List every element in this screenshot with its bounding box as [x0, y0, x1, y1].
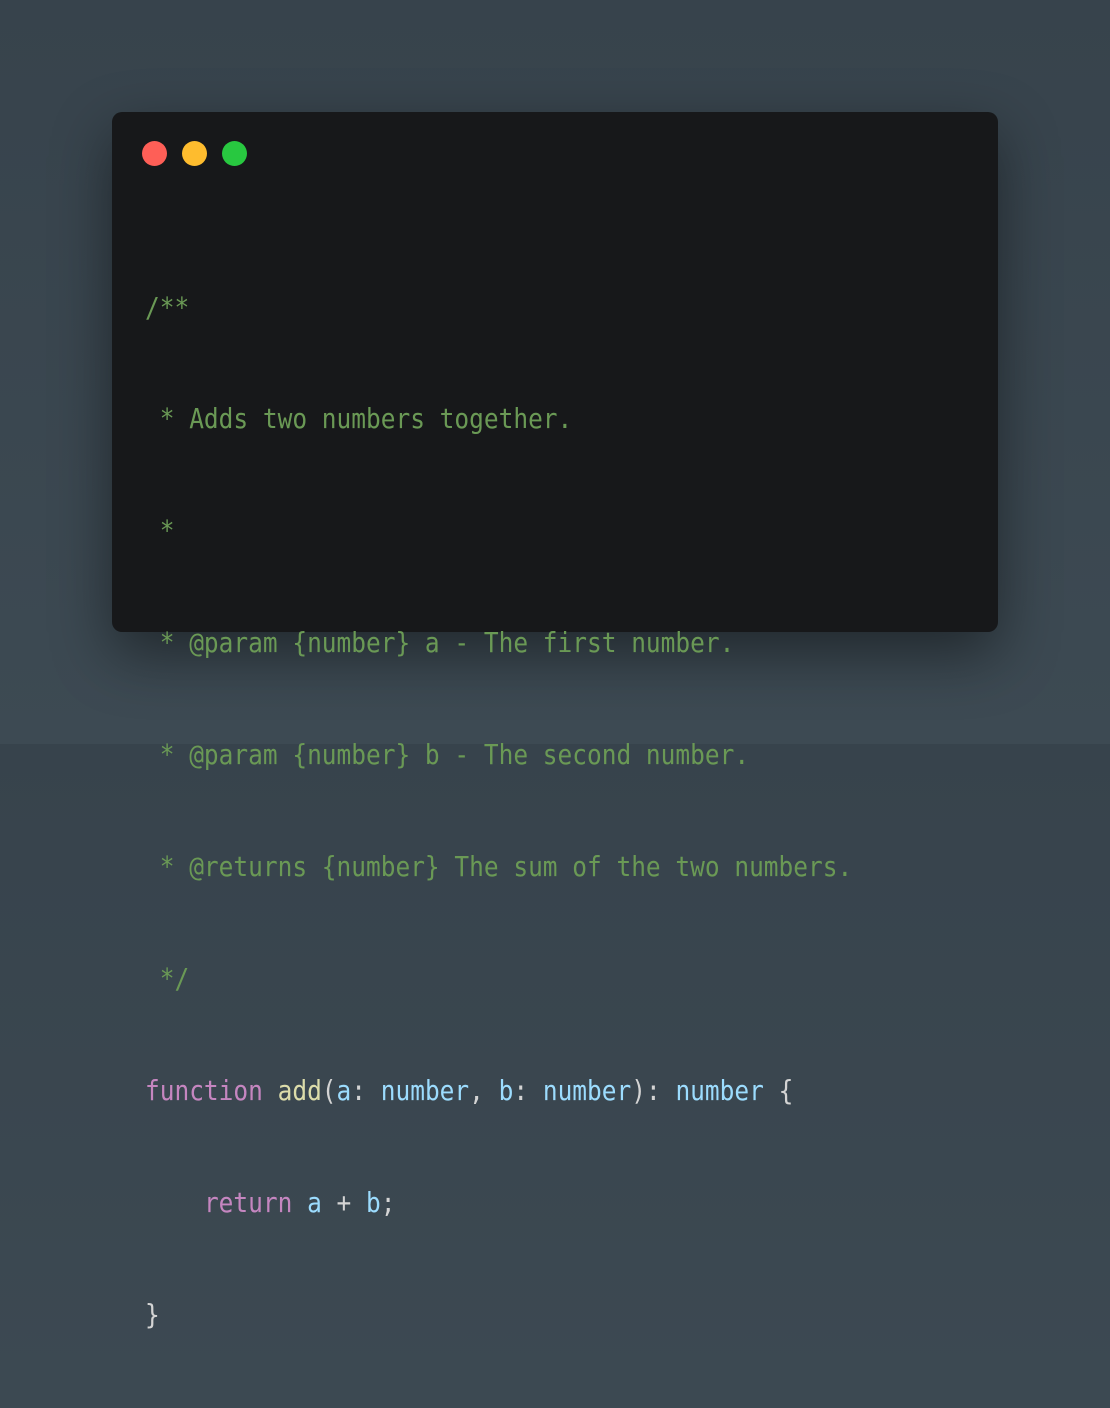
comment-text: *	[145, 514, 175, 548]
keyword-token: function	[145, 1073, 263, 1107]
punctuation-token: {	[763, 1073, 794, 1107]
code-line-8: function add(a: number, b: number): numb…	[145, 1072, 852, 1109]
comment-text: * Adds two numbers together.	[145, 402, 573, 436]
punctuation-token: ;	[380, 1185, 396, 1219]
operator-token: +	[321, 1185, 367, 1219]
code-window: /** * Adds two numbers together. * * @pa…	[112, 112, 998, 1331]
punctuation-token: ):	[631, 1073, 676, 1107]
punctuation-token: (	[321, 1073, 337, 1107]
code-line-7: */	[145, 960, 852, 997]
comment-text: /**	[145, 290, 190, 324]
close-button[interactable]	[142, 141, 167, 166]
code-line-5: * @param {number} b - The second number.	[145, 736, 852, 773]
param-token: b	[498, 1073, 514, 1107]
keyword-token: return	[203, 1185, 293, 1219]
code-block: /** * Adds two numbers together. * * @pa…	[145, 214, 852, 1408]
comment-text: * @param {number} b - The second number.	[145, 738, 750, 772]
code-line-4: * @param {number} a - The first number.	[145, 624, 852, 661]
function-name-token: add	[277, 1073, 322, 1107]
type-token: number	[675, 1073, 764, 1107]
code-line-10: }	[145, 1296, 852, 1333]
punctuation-token: :	[513, 1073, 543, 1107]
maximize-button[interactable]	[222, 141, 247, 166]
minimize-button[interactable]	[182, 141, 207, 166]
indent-token	[145, 1186, 204, 1219]
param-token: a	[336, 1073, 352, 1107]
variable-token: b	[366, 1185, 381, 1219]
punctuation-token: }	[145, 1297, 160, 1331]
code-line-2: * Adds two numbers together.	[145, 400, 852, 437]
comment-text: */	[145, 961, 190, 995]
type-token: number	[380, 1073, 470, 1107]
code-line-3: *	[145, 512, 852, 549]
variable-token: a	[307, 1185, 322, 1219]
comment-text: * @returns {number} The sum of the two n…	[145, 850, 853, 884]
type-token: number	[542, 1073, 632, 1107]
punctuation-token: :	[351, 1073, 381, 1107]
code-line-6: * @returns {number} The sum of the two n…	[145, 848, 852, 885]
code-line-1: /**	[145, 289, 852, 326]
punctuation-token: ,	[469, 1073, 499, 1107]
code-line-9: return a + b;	[145, 1184, 852, 1221]
comment-text: * @param {number} a - The first number.	[145, 626, 735, 660]
